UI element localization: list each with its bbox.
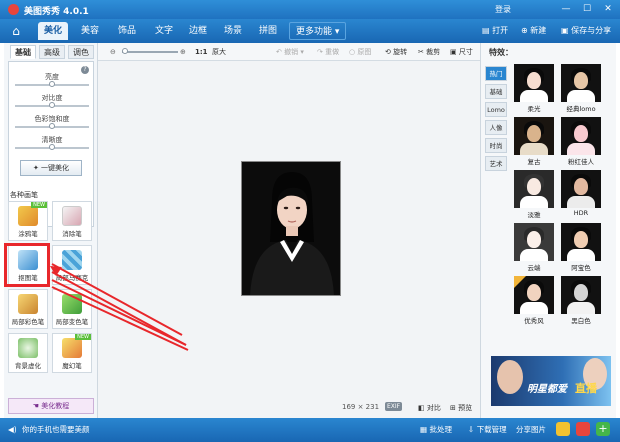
arrow-lines bbox=[51, 263, 189, 351]
arrowhead bbox=[50, 266, 62, 276]
annotation-arrows bbox=[50, 263, 189, 351]
